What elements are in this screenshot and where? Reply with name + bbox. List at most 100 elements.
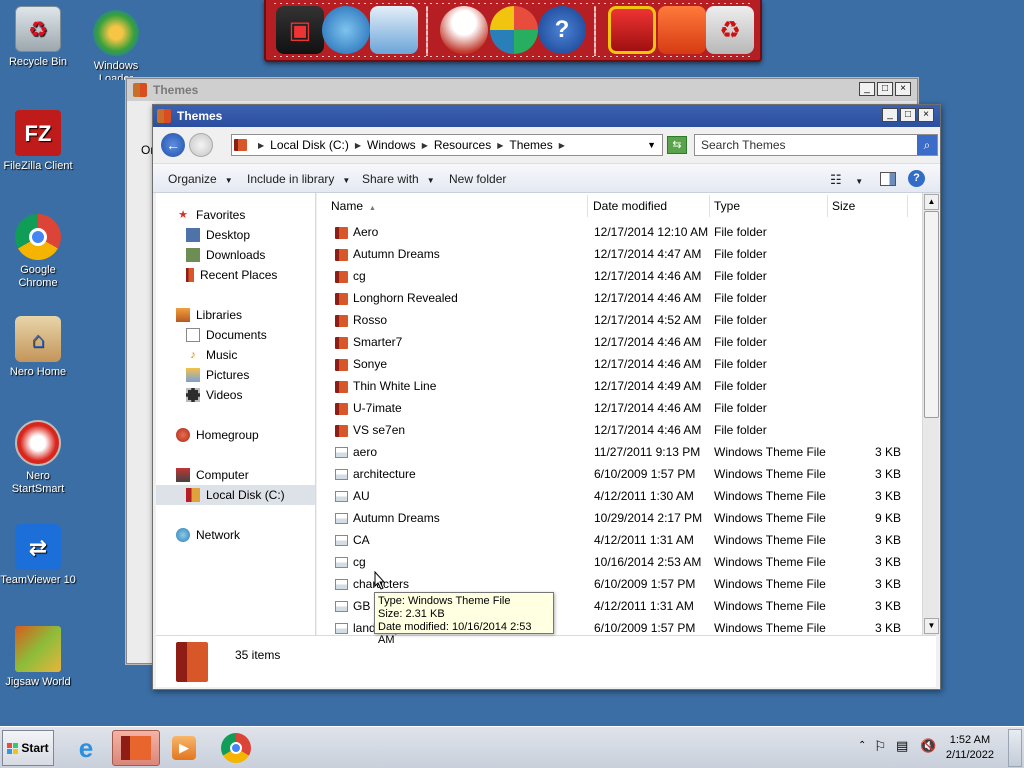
scroll-down-arrow-icon[interactable]: ▼: [924, 618, 939, 634]
nav-favorites[interactable]: ★ Favorites: [156, 205, 315, 225]
media-player-icon[interactable]: ▶: [160, 730, 208, 766]
computer-icon[interactable]: ▣: [276, 6, 324, 54]
nav-recent-places[interactable]: Recent Places: [156, 265, 315, 285]
desktop-icon-jigsaw[interactable]: Jigsaw World: [0, 626, 76, 689]
control-panel-icon[interactable]: [370, 6, 418, 54]
search-icon[interactable]: ⌕: [917, 135, 937, 155]
maximize-button[interactable]: □: [900, 108, 916, 122]
column-header-type[interactable]: Type: [710, 195, 828, 217]
chrome-icon[interactable]: [212, 730, 260, 766]
back-close-button[interactable]: ×: [895, 82, 911, 96]
show-desktop-button[interactable]: [1008, 729, 1022, 767]
desktop-icon-windows-loader[interactable]: Windows Loader: [78, 10, 154, 80]
network-status-icon[interactable]: ▤: [896, 738, 908, 754]
start-button[interactable]: Start: [2, 730, 54, 766]
chevron-down-icon[interactable]: ▼: [647, 140, 656, 150]
folder-icon: [335, 358, 348, 371]
file-row[interactable]: Smarter7 12/17/2014 4:46 AM File folder: [317, 331, 921, 353]
folder-icon[interactable]: [658, 6, 706, 54]
nav-desktop[interactable]: Desktop: [156, 225, 315, 245]
chevron-right-icon[interactable]: ▶: [497, 141, 503, 150]
recycle-bin-icon[interactable]: ♻: [706, 6, 754, 54]
desktop-icon-teamviewer[interactable]: ⇄ TeamViewer 10: [0, 524, 76, 587]
file-row[interactable]: Thin White Line 12/17/2014 4:49 AM File fo…: [317, 375, 921, 397]
file-row[interactable]: aero 11/27/2011 9:13 PM Windows Theme File…: [317, 441, 921, 463]
explorer-icon[interactable]: [112, 730, 160, 766]
nav-documents[interactable]: Documents: [156, 325, 315, 345]
file-row[interactable]: Autumn Dreams 12/17/2014 4:47 AM File fold…: [317, 243, 921, 265]
file-row[interactable]: Aero 12/17/2014 12:10 AM File folder: [317, 221, 921, 243]
breadcrumb-resources[interactable]: Resources: [434, 138, 491, 152]
nav-network[interactable]: Network: [156, 525, 315, 545]
show-hidden-icons-icon[interactable]: ⌃: [858, 740, 866, 751]
file-row[interactable]: Rosso 12/17/2014 4:52 AM File folder: [317, 309, 921, 331]
file-row[interactable]: CA 4/12/2011 1:31 AM Windows Theme File 3 K…: [317, 529, 921, 551]
back-window-titlebar[interactable]: Themes: [127, 79, 917, 101]
file-row[interactable]: Sonye 12/17/2014 4:46 AM File folder: [317, 353, 921, 375]
forward-button[interactable]: [189, 133, 213, 157]
organize-button[interactable]: Organize ▼: [168, 172, 233, 186]
include-in-library-button[interactable]: Include in library ▼: [247, 172, 350, 186]
help-icon[interactable]: ?: [908, 170, 925, 187]
nav-computer[interactable]: Computer: [156, 465, 315, 485]
search-input[interactable]: Search Themes ⌕: [694, 134, 938, 156]
internet-explorer-icon[interactable]: e: [62, 730, 110, 766]
column-header-date[interactable]: Date modified: [588, 195, 710, 217]
file-row[interactable]: cg 10/16/2014 2:53 AM Windows Theme File 3 …: [317, 551, 921, 573]
address-bar[interactable]: ▶ Local Disk (C:) ▶ Windows ▶ Resources …: [231, 134, 663, 156]
view-options-icon[interactable]: ☷ ▼: [830, 172, 863, 188]
back-minimize-button[interactable]: _: [859, 82, 875, 96]
desktop-icon-filezilla[interactable]: FZ FileZilla Client: [0, 110, 76, 173]
file-row[interactable]: AU 4/12/2011 1:30 AM Windows Theme File 3 K…: [317, 485, 921, 507]
desktop-icon-chrome[interactable]: Google Chrome: [0, 214, 76, 290]
flag-icon[interactable]: ⚐: [874, 738, 887, 755]
back-button[interactable]: ←: [161, 133, 185, 157]
preview-pane-icon[interactable]: [880, 172, 896, 186]
scroll-thumb[interactable]: [924, 211, 939, 418]
scroll-up-arrow-icon[interactable]: ▲: [924, 194, 939, 210]
file-row[interactable]: cg 12/17/2014 4:46 AM File folder: [317, 265, 921, 287]
nav-pictures[interactable]: Pictures: [156, 365, 315, 385]
network-icon[interactable]: [322, 6, 370, 54]
breadcrumb-local-disk[interactable]: Local Disk (C:): [270, 138, 349, 152]
chevron-right-icon[interactable]: ▶: [355, 141, 361, 150]
desktop-icon-label: Recycle Bin: [8, 56, 68, 68]
nav-libraries[interactable]: Libraries: [156, 305, 315, 325]
close-button[interactable]: ×: [918, 108, 934, 122]
share-with-button[interactable]: Share with ▼: [362, 172, 435, 186]
window-titlebar[interactable]: Themes: [153, 105, 940, 127]
nav-homegroup[interactable]: Homegroup: [156, 425, 315, 445]
file-row[interactable]: VS se7en 12/17/2014 4:46 AM File folder: [317, 419, 921, 441]
breadcrumb-windows[interactable]: Windows: [367, 138, 416, 152]
nav-music[interactable]: ♪ Music: [156, 345, 315, 365]
column-header-size[interactable]: Size: [828, 195, 908, 217]
clock[interactable]: 1:52 AM 2/11/2022: [946, 733, 994, 763]
file-row[interactable]: architecture 6/10/2009 1:57 PM Windows The…: [317, 463, 921, 485]
new-folder-button[interactable]: New folder: [449, 172, 506, 186]
snowman-icon[interactable]: [440, 6, 488, 54]
nav-videos[interactable]: Videos: [156, 385, 315, 405]
file-type: File folder: [714, 291, 767, 305]
chevron-right-icon[interactable]: ▶: [559, 141, 565, 150]
breadcrumb-themes[interactable]: Themes: [509, 138, 552, 152]
minimize-button[interactable]: _: [882, 108, 898, 122]
refresh-button[interactable]: ⇆: [667, 136, 687, 154]
nav-downloads[interactable]: Downloads: [156, 245, 315, 265]
help-icon[interactable]: ?: [538, 6, 586, 54]
vertical-scrollbar[interactable]: ▲ ▼: [922, 193, 939, 635]
file-row[interactable]: Autumn Dreams 10/29/2014 2:17 PM Windows T…: [317, 507, 921, 529]
file-row[interactable]: U-7imate 12/17/2014 4:46 AM File folder: [317, 397, 921, 419]
back-maximize-button[interactable]: □: [877, 82, 893, 96]
windows-update-icon[interactable]: [490, 6, 538, 54]
gift-icon[interactable]: [608, 6, 656, 54]
desktop-icon-recycle-bin[interactable]: ♻ Recycle Bin: [0, 6, 76, 69]
desktop-icon-nero-home[interactable]: ⌂ Nero Home: [0, 316, 76, 379]
nav-local-disk[interactable]: Local Disk (C:): [156, 485, 315, 505]
chevron-right-icon[interactable]: ▶: [422, 141, 428, 150]
volume-muted-icon[interactable]: 🔇: [920, 738, 936, 754]
homegroup-icon: [176, 428, 190, 442]
file-row[interactable]: Longhorn Revealed 12/17/2014 4:46 AM File …: [317, 287, 921, 309]
column-header-name[interactable]: Name ▲: [317, 195, 588, 217]
desktop-icon-nero-startsmart[interactable]: Nero StartSmart: [0, 420, 76, 496]
jigsaw-icon: [15, 626, 61, 672]
